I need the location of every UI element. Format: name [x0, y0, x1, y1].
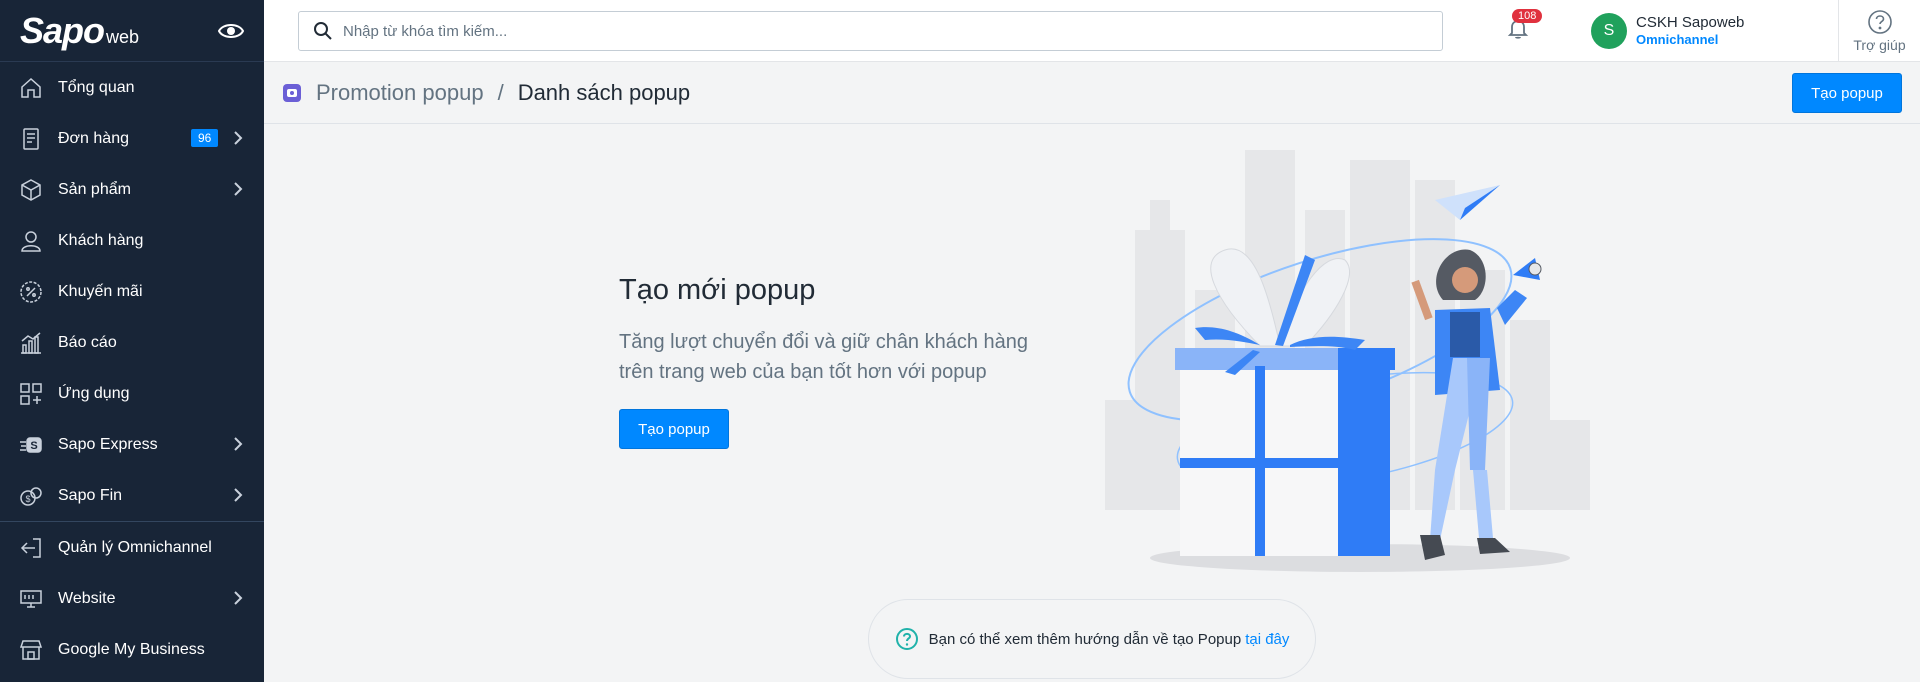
chevron-right-icon	[230, 436, 246, 452]
breadcrumb-separator: /	[497, 79, 504, 105]
sidebar-item-google-my-business[interactable]: Google My Business	[0, 624, 264, 675]
sidebar-item-khach-hang[interactable]: Khách hàng	[0, 215, 264, 266]
sidebar-item-label: Quản lý Omnichannel	[58, 538, 212, 556]
logo-bar: Sapo web	[0, 0, 264, 62]
question-circle-icon	[895, 628, 918, 650]
sidebar-item-label: Đơn hàng	[58, 129, 129, 147]
create-popup-button[interactable]: Tạo popup	[1792, 73, 1902, 113]
user-icon	[18, 228, 44, 254]
chevron-right-icon	[230, 590, 246, 606]
website-icon	[18, 586, 44, 612]
sidebar-item-tong-quan[interactable]: Tổng quan	[0, 62, 264, 113]
sidebar-item-label: Tổng quan	[58, 78, 135, 96]
sidebar-item-label: Google My Business	[58, 640, 205, 658]
express-icon: S	[18, 432, 44, 458]
sidebar-item-label: Khuyến mãi	[58, 282, 143, 300]
svg-text:$: $	[25, 494, 30, 504]
sidebar-item-label: Sản phẩm	[58, 180, 131, 198]
logo-sub: web	[106, 26, 140, 47]
sidebar-item-label: Sapo Fin	[58, 486, 123, 504]
gift-promotion-illustration	[1105, 150, 1590, 572]
chevron-right-icon	[230, 487, 246, 503]
sidebar-item-sapo-express[interactable]: S Sapo Express	[0, 419, 264, 470]
search-icon	[314, 22, 332, 40]
fin-icon: $	[18, 483, 44, 509]
discount-icon	[18, 279, 44, 305]
order-icon	[18, 126, 44, 152]
page-header: Promotion popup / Danh sách popup Tạo po…	[264, 62, 1920, 124]
hint-link[interactable]: tại đây	[1245, 631, 1289, 648]
sidebar-item-omnichannel[interactable]: Quản lý Omnichannel	[0, 522, 264, 573]
chevron-right-icon	[230, 181, 246, 197]
help-hint: Bạn có thể xem thêm hướng dẫn về tạo Pop…	[868, 599, 1316, 679]
omnichannel-icon	[18, 535, 44, 561]
create-popup-button-center[interactable]: Tạo popup	[619, 409, 729, 449]
logo-main: Sapo	[20, 9, 105, 51]
user-role: Omnichannel	[1636, 32, 1719, 47]
sidebar-item-bao-cao[interactable]: Báo cáo	[0, 317, 264, 368]
sidebar-item-ung-dung[interactable]: Ứng dụng	[0, 368, 264, 419]
sidebar-item-website[interactable]: Website	[0, 573, 264, 624]
order-count-badge: 96	[191, 129, 219, 147]
question-icon	[1867, 10, 1892, 34]
sapo-logo[interactable]: Sapo web	[20, 10, 139, 52]
empty-state-title: Tạo mới popup	[619, 274, 816, 306]
home-icon	[18, 75, 44, 101]
sidebar-item-san-pham[interactable]: Sản phẩm	[0, 164, 264, 215]
sidebar-item-label: Ứng dụng	[58, 384, 130, 402]
sidebar-item-sapo-fin[interactable]: $ Sapo Fin	[0, 470, 264, 521]
topbar: 108 S CSKH Sapoweb Omnichannel Trợ giúp	[264, 0, 1920, 62]
sidebar-item-don-hang[interactable]: Đơn hàng 96	[0, 113, 264, 164]
avatar[interactable]: S	[1591, 13, 1627, 49]
search-input[interactable]	[343, 22, 1423, 40]
hint-text: Bạn có thể xem thêm hướng dẫn về tạo Pop…	[928, 630, 1242, 648]
store-icon	[18, 637, 44, 663]
help-button[interactable]: Trợ giúp	[1838, 0, 1920, 62]
sidebar-item-label: Báo cáo	[58, 333, 117, 351]
user-name[interactable]: CSKH Sapoweb	[1636, 14, 1744, 31]
svg-text:S: S	[30, 440, 37, 452]
page-title: Danh sách popup	[517, 79, 691, 105]
sidebar-item-label: Khách hàng	[58, 231, 144, 249]
chevron-right-icon	[230, 130, 246, 146]
sidebar-item-khuyen-mai[interactable]: Khuyến mãi	[0, 266, 264, 317]
eye-icon[interactable]	[217, 20, 245, 42]
sidebar: Sapo web Tổng quan Đơn hàng 96 Sản phẩm …	[0, 0, 264, 682]
help-label: Trợ giúp	[1853, 37, 1906, 53]
apps-icon	[18, 381, 44, 407]
empty-state-description: Tăng lượt chuyển đổi và giữ chân khách h…	[619, 331, 1029, 383]
box-icon	[18, 177, 44, 203]
breadcrumb[interactable]: Promotion popup	[316, 80, 484, 106]
promotion-popup-app-icon	[283, 83, 301, 102]
chart-icon	[18, 330, 44, 356]
search-box[interactable]	[298, 11, 1443, 51]
notification-badge: 108	[1512, 9, 1543, 23]
sidebar-item-label: Sapo Express	[58, 435, 158, 453]
sidebar-item-label: Website	[58, 589, 116, 607]
